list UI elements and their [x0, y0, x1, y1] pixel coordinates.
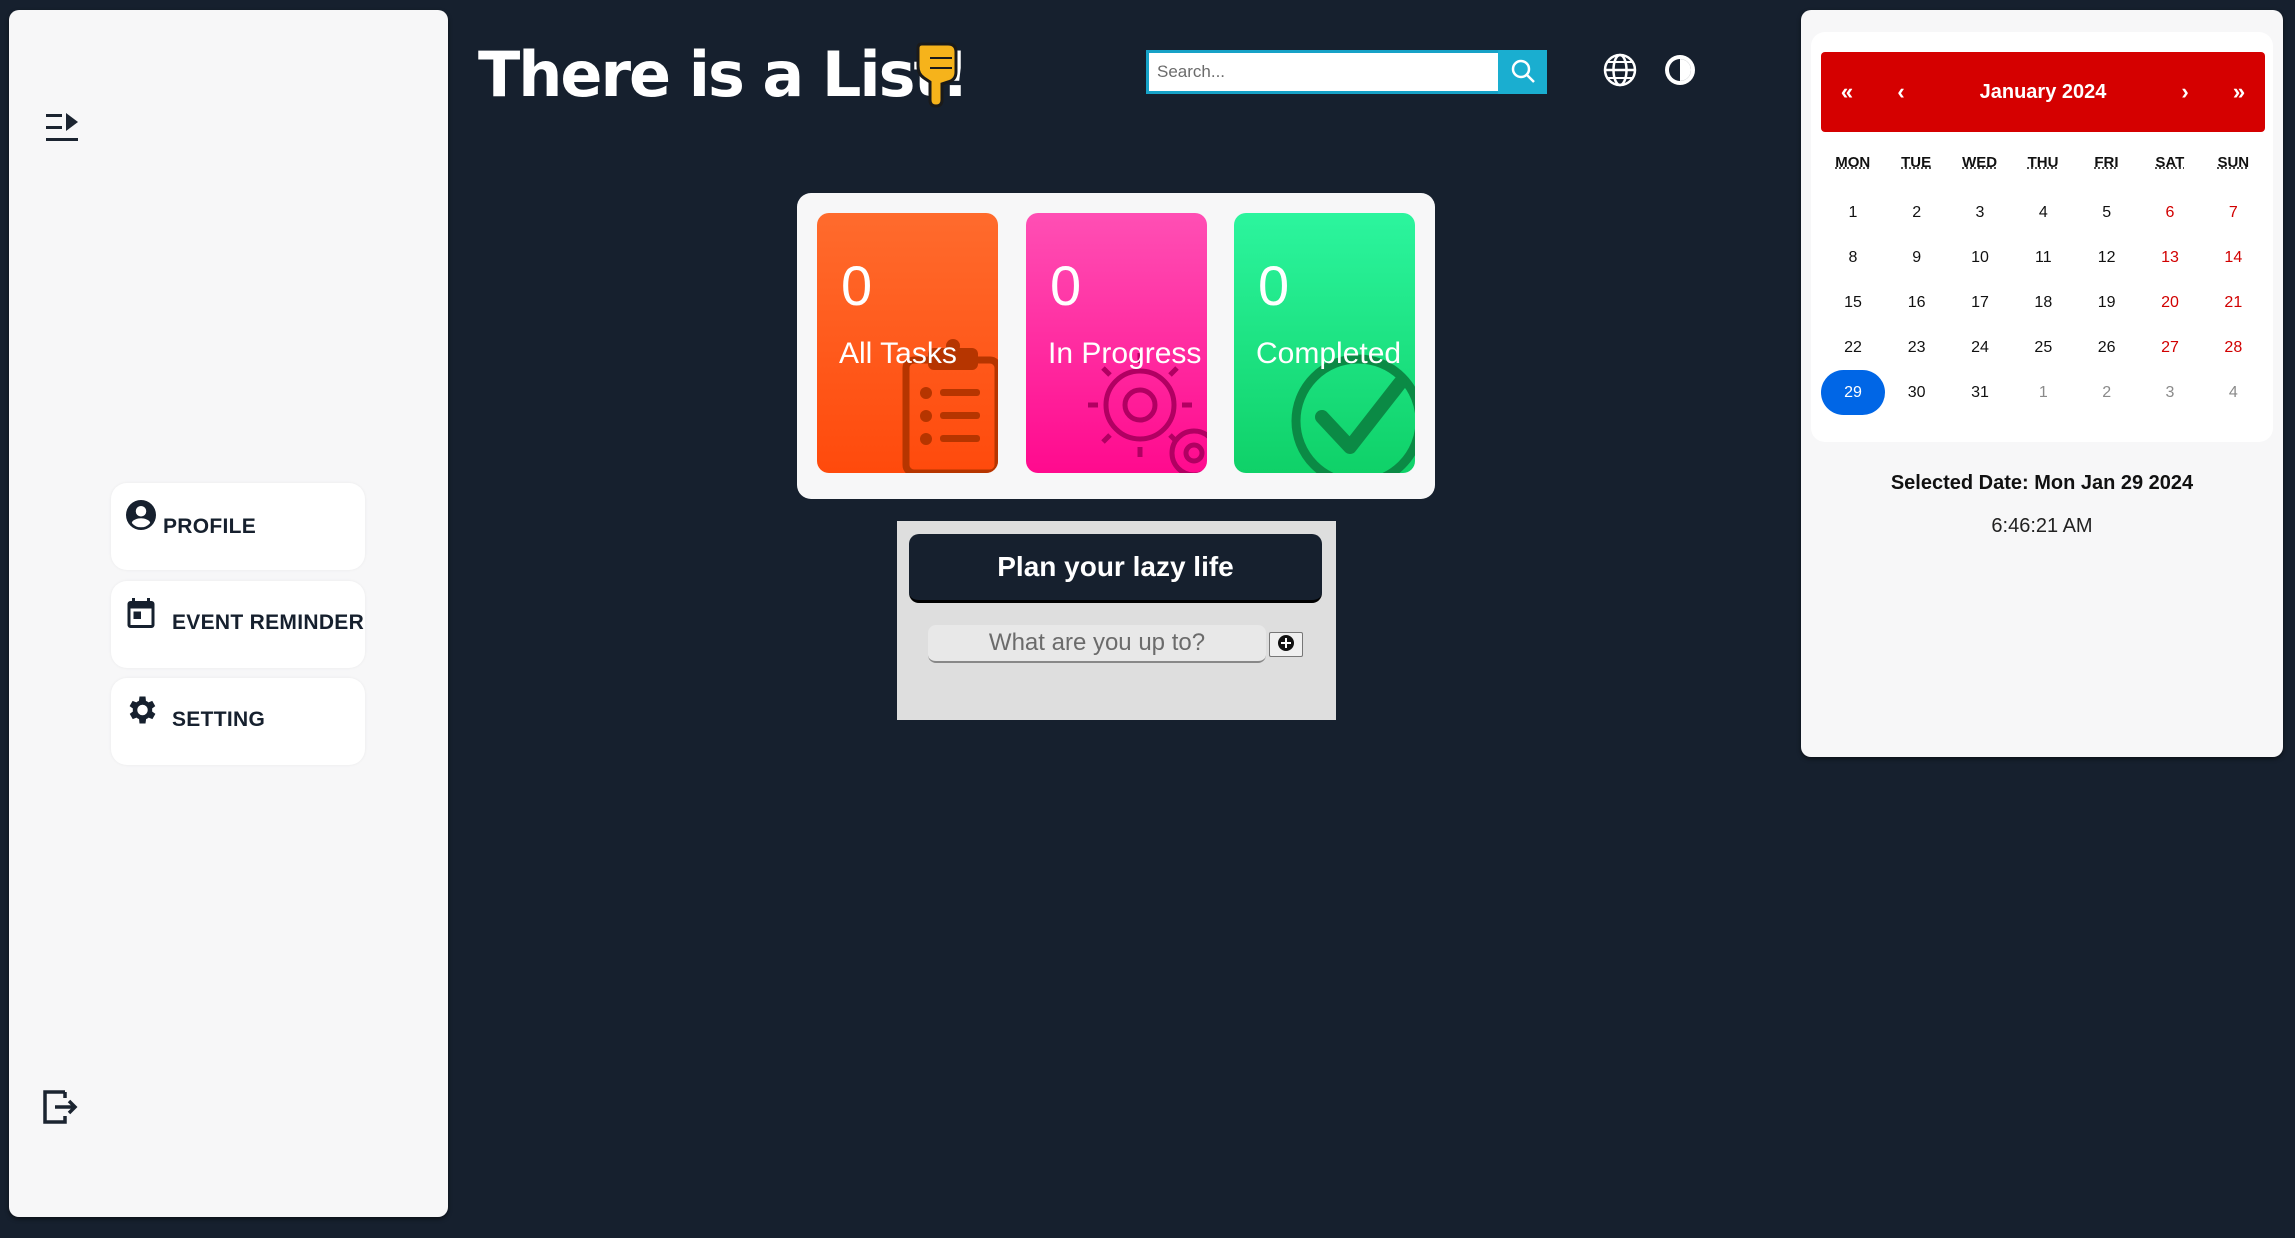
logout-icon[interactable] — [35, 1082, 85, 1132]
sidebar-item-profile[interactable]: PROFILE — [111, 483, 365, 570]
task-input[interactable] — [928, 625, 1266, 663]
calendar-day[interactable]: 3 — [2138, 370, 2201, 415]
globe-icon[interactable] — [1602, 52, 1638, 88]
stat-count: 0 — [1050, 254, 1082, 317]
calendar-day[interactable]: 6 — [2138, 190, 2201, 235]
calendar-day[interactable]: 1 — [1821, 190, 1885, 235]
stat-count: 0 — [1258, 254, 1290, 317]
calendar-month-label[interactable]: January 2024 — [1921, 52, 2165, 132]
calendar-day[interactable]: 5 — [2075, 190, 2138, 235]
sidebar-item-label: EVENT REMINDER — [172, 611, 365, 634]
sidebar-item-event-reminder[interactable]: EVENT REMINDER — [111, 581, 365, 668]
calendar-day[interactable]: 17 — [1948, 280, 2011, 325]
add-task-button[interactable] — [1269, 632, 1303, 657]
calendar-day[interactable]: 15 — [1821, 280, 1885, 325]
calendar-day[interactable]: 24 — [1948, 325, 2011, 370]
calendar-day[interactable]: 25 — [2012, 325, 2075, 370]
calendar-day[interactable]: 20 — [2138, 280, 2201, 325]
calendar-day[interactable]: 8 — [1821, 235, 1885, 280]
weekday-label: WED — [1962, 154, 1998, 171]
calendar-days-grid: 1 2 3 4 5 6 7 8 9 10 11 12 13 14 15 16 17 18 19 20 21 22 23 24 2… — [1821, 190, 2265, 415]
sidebar-item-label: PROFILE — [163, 515, 257, 538]
selected-date-text: Selected Date: Mon Jan 29 2024 — [1890, 472, 2194, 494]
calendar-day[interactable]: 21 — [2202, 280, 2265, 325]
calendar-day[interactable]: 7 — [2202, 190, 2265, 235]
calendar-day[interactable]: 26 — [2075, 325, 2138, 370]
gear-icon — [123, 692, 159, 728]
calendar-next-month-button[interactable]: › — [2165, 52, 2205, 132]
weekday-label: FRI — [2094, 154, 2119, 171]
calendar-day[interactable]: 19 — [2075, 280, 2138, 325]
pointing-down-hand-icon — [912, 38, 966, 108]
sidebar: PROFILE EVENT REMINDER SETTING — [9, 10, 448, 1217]
search-icon — [1510, 58, 1536, 87]
sidebar-item-label: SETTING — [172, 708, 266, 731]
calendar: « ‹ January 2024 › » MON TUE WED THU FRI… — [1811, 32, 2273, 442]
calendar-day[interactable]: 9 — [1885, 235, 1948, 280]
calendar-day[interactable]: 12 — [2075, 235, 2138, 280]
calendar-day[interactable]: 4 — [2012, 190, 2075, 235]
calendar-day[interactable]: 11 — [2012, 235, 2075, 280]
clock-time: 6:46:21 AM — [1991, 515, 2093, 537]
weekday-label: MON — [1835, 154, 1871, 171]
calendar-prev-month-button[interactable]: ‹ — [1881, 52, 1921, 132]
sidebar-item-setting[interactable]: SETTING — [111, 678, 365, 765]
calendar-panel: « ‹ January 2024 › » MON TUE WED THU FRI… — [1801, 10, 2283, 757]
calendar-day[interactable]: 16 — [1885, 280, 1948, 325]
calendar-day[interactable]: 14 — [2202, 235, 2265, 280]
calendar-day[interactable]: 18 — [2012, 280, 2075, 325]
stats-panel: 0 All Tasks 0 In Progress 0 Completed — [797, 193, 1435, 499]
calendar-day[interactable]: 27 — [2138, 325, 2201, 370]
calendar-day[interactable]: 31 — [1948, 370, 2011, 415]
calendar-day[interactable]: 30 — [1885, 370, 1948, 415]
calendar-day-selected[interactable]: 29 — [1821, 370, 1885, 415]
plus-circle-icon — [1277, 634, 1295, 655]
weekday-label: SAT — [2155, 154, 2185, 171]
calendar-day[interactable]: 2 — [2075, 370, 2138, 415]
stat-label: All Tasks — [839, 337, 957, 370]
planner-widget: Plan your lazy life — [897, 521, 1336, 720]
weekday-label: THU — [2027, 154, 2059, 171]
search-bar — [1146, 50, 1547, 94]
stat-label: Completed — [1256, 337, 1402, 370]
app-title: There is a List! — [478, 38, 969, 111]
calendar-day[interactable]: 10 — [1948, 235, 2011, 280]
stat-card-in-progress[interactable]: 0 In Progress — [1026, 213, 1207, 473]
calendar-day[interactable]: 28 — [2202, 325, 2265, 370]
calendar-day[interactable]: 22 — [1821, 325, 1885, 370]
calendar-day[interactable]: 4 — [2202, 370, 2265, 415]
stat-card-completed[interactable]: 0 Completed — [1234, 213, 1415, 473]
calendar-icon — [123, 595, 159, 631]
stat-label: In Progress — [1048, 337, 1202, 370]
calendar-day[interactable]: 1 — [2012, 370, 2075, 415]
weekday-label: SUN — [2217, 154, 2250, 171]
calendar-day[interactable]: 2 — [1885, 190, 1948, 235]
search-input[interactable] — [1146, 50, 1498, 94]
calendar-day[interactable]: 3 — [1948, 190, 2011, 235]
calendar-weekdays: MON TUE WED THU FRI SAT SUN — [1821, 154, 2265, 176]
calendar-day[interactable]: 23 — [1885, 325, 1948, 370]
menu-toggle-icon[interactable] — [35, 100, 89, 154]
calendar-day[interactable]: 13 — [2138, 235, 2201, 280]
calendar-header: « ‹ January 2024 › » — [1821, 52, 2265, 132]
account-circle-icon — [123, 497, 159, 533]
contrast-icon[interactable] — [1662, 52, 1698, 88]
planner-title: Plan your lazy life — [909, 534, 1322, 603]
search-button[interactable] — [1498, 50, 1547, 94]
stat-card-all-tasks[interactable]: 0 All Tasks — [817, 213, 998, 473]
calendar-next-year-button[interactable]: » — [2219, 52, 2259, 132]
weekday-label: TUE — [1901, 154, 1932, 171]
calendar-prev-year-button[interactable]: « — [1827, 52, 1867, 132]
stat-count: 0 — [841, 254, 873, 317]
